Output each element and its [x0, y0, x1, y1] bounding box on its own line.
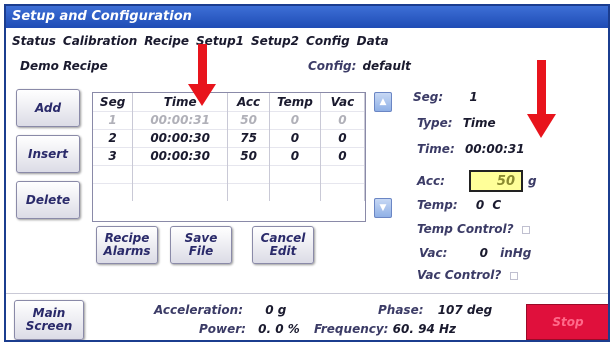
config-value: default — [362, 59, 411, 73]
tab-setup1[interactable]: Setup1 — [196, 34, 244, 48]
cell-seg: 3 — [93, 146, 134, 165]
acceleration-label: Acceleration: — [154, 303, 243, 317]
cell-acc: 75 — [227, 128, 271, 147]
main-screen-label-line1: Main — [32, 306, 66, 320]
table-row[interactable]: 2 00:00:30 75 0 0 — [93, 128, 366, 147]
main-screen-button[interactable]: Main Screen — [14, 300, 84, 340]
main-screen-label-line2: Screen — [25, 319, 73, 333]
acc-unit: g — [528, 174, 537, 188]
vac-label: Vac: — [419, 246, 448, 260]
seg-label: Seg: — [413, 90, 444, 104]
table-row-empty — [93, 182, 366, 201]
frequency-label: Frequency: — [314, 322, 389, 336]
stop-button[interactable]: Stop — [526, 304, 608, 340]
type-value[interactable]: Time — [463, 116, 496, 130]
cell-vac: 0 — [320, 146, 366, 165]
recipe-alarms-label-line2: Alarms — [103, 244, 151, 258]
recipe-alarms-button[interactable]: Recipe Alarms — [96, 226, 158, 264]
save-file-button[interactable]: Save File — [170, 226, 232, 264]
table-header-row: Seg Time Acc Temp Vac — [93, 93, 366, 111]
segment-table: Seg Time Acc Temp Vac 1 00:00:31 50 0 0 … — [92, 92, 366, 222]
tab-recipe[interactable]: Recipe — [144, 34, 189, 48]
insert-button[interactable]: Insert — [16, 135, 80, 173]
cancel-edit-button[interactable]: Cancel Edit — [252, 226, 314, 264]
cancel-edit-label-line1: Cancel — [260, 231, 306, 245]
column-header-temp: Temp — [269, 93, 321, 111]
vac-unit: inHg — [500, 246, 532, 260]
cell-time: 00:00:30 — [132, 128, 229, 147]
recipe-name: Demo Recipe — [20, 59, 108, 73]
seg-field: Seg: 1 — [413, 90, 478, 104]
temp-value[interactable]: 0 — [476, 198, 484, 212]
cell-temp: 0 — [269, 128, 321, 147]
cancel-edit-label-line2: Edit — [269, 244, 297, 258]
vac-field: Vac: 0 inHg — [419, 246, 531, 260]
phase-label: Phase: — [378, 303, 424, 317]
cell-acc: 50 — [227, 110, 271, 129]
vac-value[interactable]: 0 — [480, 246, 488, 260]
tab-config[interactable]: Config — [306, 34, 350, 48]
seg-value: 1 — [469, 90, 478, 104]
acceleration-value: 0 g — [265, 303, 287, 317]
column-header-time: Time — [132, 93, 229, 111]
checkbox-icon[interactable] — [521, 225, 530, 234]
cell-seg: 2 — [93, 128, 134, 147]
cell-vac: 0 — [320, 128, 366, 147]
cell-time: 00:00:31 — [132, 110, 229, 129]
phase-readout: Phase: 107 deg — [378, 303, 492, 317]
frequency-value: 60. 94 Hz — [392, 322, 457, 336]
vac-control-field: Vac Control? — [417, 268, 518, 282]
temp-control-field: Temp Control? — [417, 222, 530, 236]
delete-button[interactable]: Delete — [16, 181, 80, 219]
phase-value: 107 deg — [437, 303, 493, 317]
cell-time: 00:00:30 — [132, 146, 229, 165]
type-label: Type: — [417, 116, 453, 130]
cell-acc: 50 — [227, 146, 271, 165]
temp-field: Temp: 0 C — [417, 198, 501, 212]
down-arrow-icon[interactable]: ▼ — [374, 198, 392, 218]
save-file-label-line1: Save — [184, 231, 218, 245]
cell-vac: 0 — [320, 110, 366, 129]
acc-label: Acc: — [417, 174, 445, 188]
temp-control-label: Temp Control? — [417, 222, 514, 236]
save-file-label-line2: File — [188, 244, 214, 258]
recipe-alarms-label-line1: Recipe — [104, 231, 150, 245]
cell-temp: 0 — [269, 110, 321, 129]
checkbox-icon[interactable] — [509, 271, 518, 280]
temp-label: Temp: — [417, 198, 458, 212]
tab-bar: Status Calibration Recipe Setup1 Setup2 … — [12, 34, 389, 48]
tab-data[interactable]: Data — [357, 34, 389, 48]
config-line: Config: default — [308, 59, 411, 73]
temp-unit: C — [492, 198, 502, 212]
time-label: Time: — [417, 142, 455, 156]
app-window: Setup and Configuration Status Calibrati… — [4, 4, 610, 342]
power-label: Power: — [199, 322, 246, 336]
tab-status[interactable]: Status — [12, 34, 56, 48]
column-header-acc: Acc — [227, 93, 271, 111]
tab-calibration[interactable]: Calibration — [63, 34, 137, 48]
power-readout: Power: 0. 0 % — [199, 322, 300, 336]
time-field: Time: 00:00:31 — [417, 142, 525, 156]
table-row[interactable]: 1 00:00:31 50 0 0 — [93, 110, 366, 129]
column-header-vac: Vac — [320, 93, 366, 111]
column-header-seg: Seg — [93, 93, 134, 111]
cell-temp: 0 — [269, 146, 321, 165]
type-field: Type: Time — [417, 116, 496, 130]
tab-setup2[interactable]: Setup2 — [251, 34, 299, 48]
window-title: Setup and Configuration — [6, 6, 608, 28]
cell-seg: 1 — [93, 110, 134, 129]
acceleration-readout: Acceleration: 0 g — [154, 303, 286, 317]
table-row-empty — [93, 164, 366, 183]
acc-input[interactable]: 50 — [469, 170, 523, 192]
up-arrow-icon[interactable]: ▲ — [374, 92, 392, 112]
vac-control-label: Vac Control? — [417, 268, 502, 282]
table-row[interactable]: 3 00:00:30 50 0 0 — [93, 146, 366, 165]
status-bar — [6, 293, 608, 340]
frequency-readout: Frequency: 60. 94 Hz — [314, 322, 456, 336]
config-label: Config: — [308, 59, 357, 73]
time-value[interactable]: 00:00:31 — [465, 142, 525, 156]
power-value: 0. 0 % — [258, 322, 300, 336]
add-button[interactable]: Add — [16, 89, 80, 127]
